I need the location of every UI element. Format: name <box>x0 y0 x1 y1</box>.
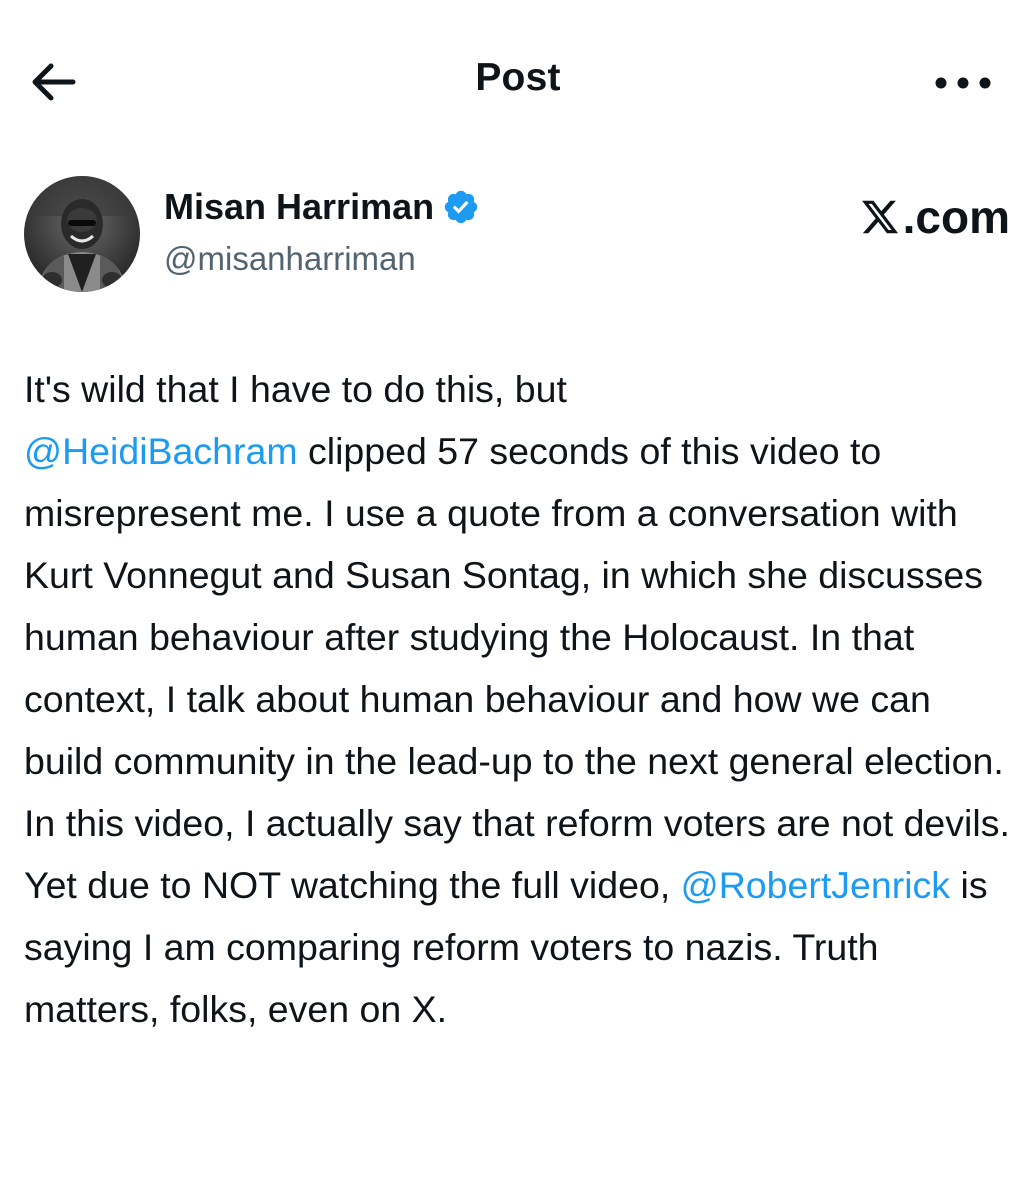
avatar[interactable] <box>24 176 140 292</box>
back-button[interactable] <box>22 58 82 106</box>
brand-suffix: .com <box>902 191 1010 243</box>
mention-robertjenrick[interactable]: @RobertJenrick <box>681 864 950 906</box>
brand-watermark: .com <box>859 190 1010 244</box>
handle[interactable]: @misanharriman <box>164 240 416 278</box>
verified-badge-icon <box>442 188 480 226</box>
arrow-left-icon <box>32 63 76 101</box>
more-options-button[interactable] <box>928 60 998 106</box>
page-title: Post <box>475 56 561 99</box>
display-name[interactable]: Misan Harriman <box>164 186 434 228</box>
top-bar: Post <box>0 0 1036 165</box>
more-horizontal-icon <box>935 77 991 89</box>
mention-heidibachram[interactable]: @HeidiBachram <box>24 430 298 472</box>
post-text: It's wild that I have to do this, but @H… <box>24 358 1014 1040</box>
post-author: Misan Harriman @misanharriman .com <box>24 176 1014 296</box>
post-text-part-2: clipped 57 seconds of this video to misr… <box>24 430 1010 906</box>
name-row: Misan Harriman <box>164 186 480 228</box>
x-logo-icon <box>861 200 898 234</box>
post-text-part-1: It's wild that I have to do this, but <box>24 368 567 410</box>
